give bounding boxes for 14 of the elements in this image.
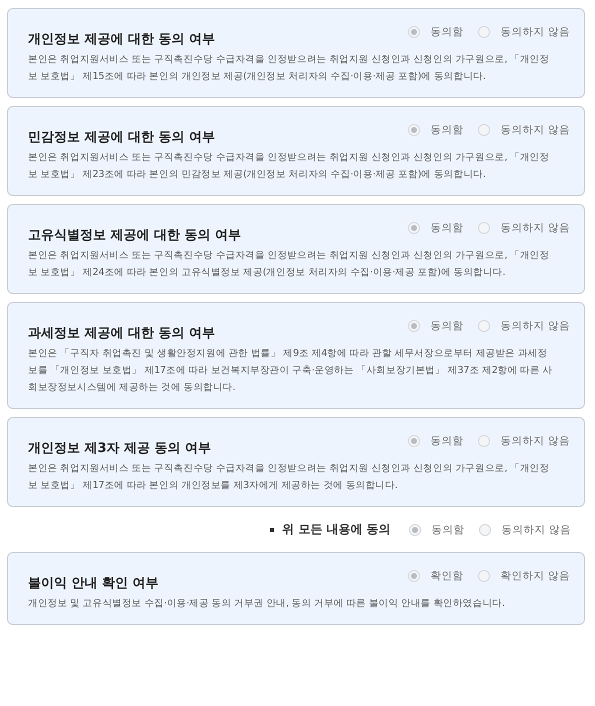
consent-text: 본인은 「구직자 취업촉진 및 생활안정지원에 관한 법률」 제9조 제4항에 따라 관할 세무서장으로부터 제공받은 과세정보를 「개인정보 보호법」 제17조에 따라 보건복지부장관이 구축·운영하는 「사회보장기본법」 제37조 제2항에 따른 사회보장정보시스템에 제공하는 것에 동의합니다. [28,347,554,395]
consent-text: 본인은 취업지원서비스 또는 구직촉진수당 수급자격을 인정받으려는 취업지원 신청인과 신청인의 가구원으로, 「개인정보 보호법」 제24조에 따라 본인의 고유식별정보 제공(개인정보 처리자의 수집·이용·제공 포함)에 동의합니다. [28,249,550,280]
card-title: 과세정보 제공에 대한 동의 여부 [28,325,216,342]
card-title: 민감정보 제공에 대한 동의 여부 [28,129,216,146]
consent-text: 본인은 취업지원서비스 또는 구직촉진수당 수급자격을 인정받으려는 취업지원 신청인과 신청인의 가구원으로, 「개인정보 보호법」 제15조에 따라 본인의 개인정보 제공(개인정보 처리자의 수집·이용·제공 포함)에 동의합니다. [28,53,550,84]
card-title: 개인정보 제공에 대한 동의 여부 [28,31,216,48]
bullet-icon [270,528,274,532]
consent-text: 본인은 취업지원서비스 또는 구직촉진수당 수급자격을 인정받으려는 취업지원 신청인과 신청인의 가구원으로, 「개인정보 보호법」 제23조에 따라 본인의 민감정보 제공(개인정보 처리자의 수집·이용·제공 포함)에 동의합니다. [28,151,550,182]
card-title: 불이익 안내 확인 여부 [28,575,159,592]
consent-text: 개인정보 및 고유식별정보 수집·이용·제공 동의 거부권 안내, 동의 거부에 따른 불이익 안내를 확인하였습니다. [28,597,506,611]
card-title: 고유식별정보 제공에 대한 동의 여부 [28,227,242,244]
agree-all-label: 위 모든 내용에 동의 [282,521,391,538]
consent-text: 본인은 취업지원서비스 또는 구직촉진수당 수급자격을 인정받으려는 취업지원 신청인과 신청인의 가구원으로, 「개인정보 보호법」 제17조에 따라 본인의 개인정보를 제3자에게 제공하는 것에 동의합니다. [28,462,550,493]
card-title: 개인정보 제3자 제공 동의 여부 [28,440,212,457]
